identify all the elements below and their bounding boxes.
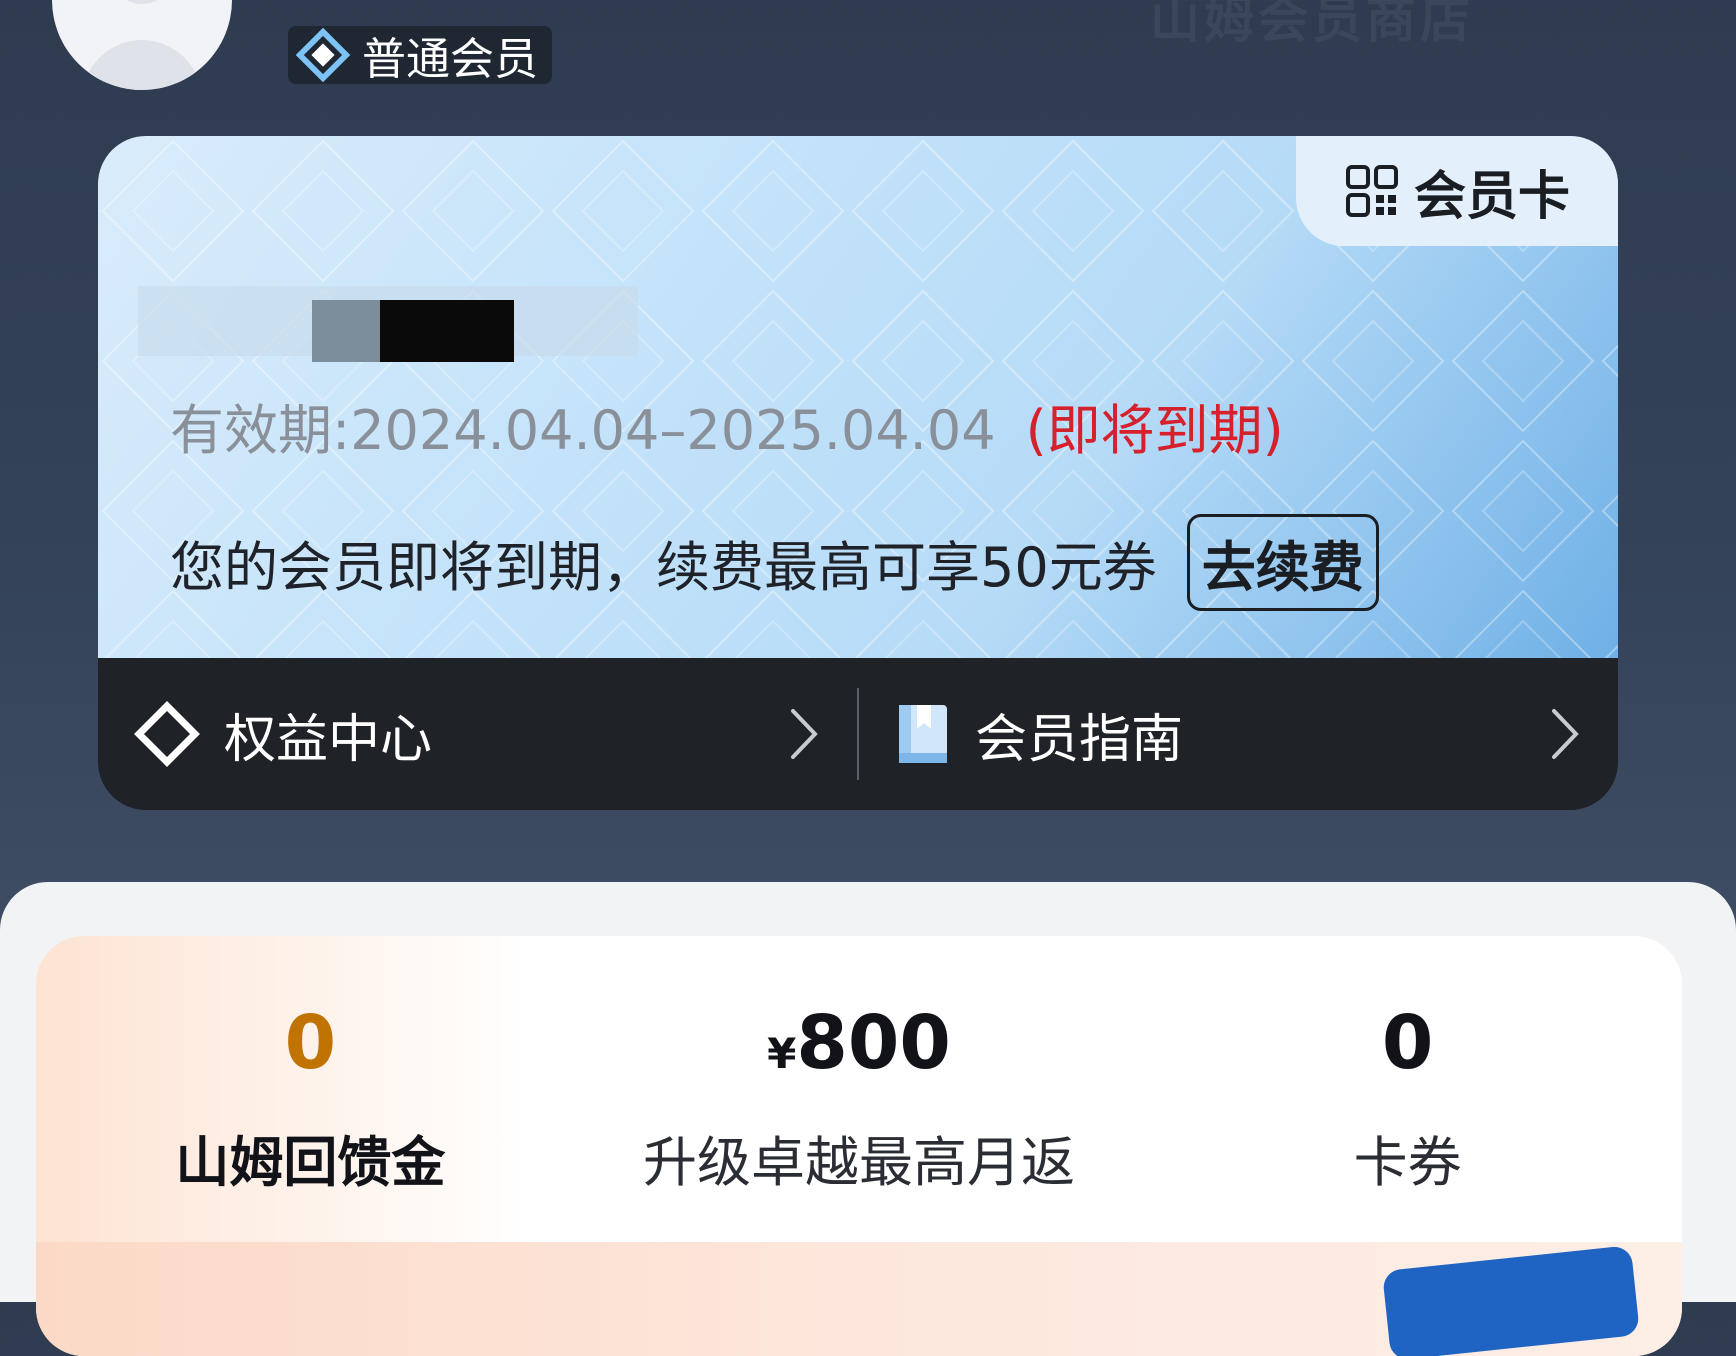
stat-label: 升级卓越最高月返: [643, 1131, 1075, 1194]
member-card-tab-label: 会员卡: [1413, 166, 1570, 227]
qr-code-icon: [1345, 165, 1398, 217]
validity-dates: 有效期:2024.04.04–2025.04.04: [170, 399, 996, 462]
diamond-icon: [295, 27, 351, 83]
member-level-label: 普通会员: [362, 34, 538, 85]
member-guide-link[interactable]: 会员指南: [859, 658, 1618, 810]
diamond-outline-icon: [134, 701, 200, 767]
chevron-right-icon: [791, 709, 818, 759]
stat-label: 卡券: [1353, 1131, 1462, 1194]
redacted-block: [380, 300, 514, 362]
stat-sam-rebate[interactable]: 0 山姆回馈金: [36, 936, 585, 1226]
account-summary-sheet: 0 山姆回馈金 ¥800 升级卓越最高月返 0 卡券: [0, 882, 1736, 1356]
expiry-warning: (即将到期): [1025, 399, 1284, 462]
member-card-qr-tab[interactable]: 会员卡: [1296, 136, 1618, 246]
membership-card-face: 会员卡 有效期:2024.04.04–2025.04.04 (即将到期) 您的会员…: [98, 136, 1618, 658]
stats-card: 0 山姆回馈金 ¥800 升级卓越最高月返 0 卡券: [36, 936, 1682, 1356]
benefits-center-link[interactable]: 权益中心: [98, 658, 857, 810]
stat-label: 山姆回馈金: [175, 1131, 446, 1194]
chevron-right-icon: [1552, 709, 1579, 759]
renewal-prompt: 您的会员即将到期，续费最高可享50元券 去续费: [170, 514, 1379, 611]
store-name-watermark: 山姆会员商店: [1150, 0, 1474, 49]
renewal-message: 您的会员即将到期，续费最高可享50元券: [170, 536, 1157, 599]
stat-coupons[interactable]: 0 卡券: [1133, 936, 1682, 1226]
stat-value: 0: [284, 1000, 337, 1086]
member-guide-label: 会员指南: [975, 709, 1184, 770]
membership-card: 会员卡 有效期:2024.04.04–2025.04.04 (即将到期) 您的会员…: [98, 136, 1618, 810]
renew-button[interactable]: 去续费: [1186, 514, 1379, 611]
stat-upgrade-rebate[interactable]: ¥800 升级卓越最高月返: [585, 936, 1134, 1226]
guide-book-icon: [899, 705, 947, 763]
member-level-badge: 普通会员: [288, 26, 552, 85]
avatar[interactable]: [52, 0, 232, 90]
benefits-center-label: 权益中心: [224, 709, 433, 770]
stat-value: 0: [1381, 1000, 1434, 1086]
stat-value: ¥800: [767, 1000, 951, 1086]
validity-period: 有效期:2024.04.04–2025.04.04 (即将到期): [170, 386, 1284, 465]
avatar-body-shape: [82, 40, 202, 90]
redacted-block: [312, 300, 382, 362]
card-nav-bar: 权益中心 会员指南: [98, 658, 1618, 810]
stats-row: 0 山姆回馈金 ¥800 升级卓越最高月返 0 卡券: [36, 936, 1682, 1226]
avatar-head-shape: [110, 0, 174, 4]
